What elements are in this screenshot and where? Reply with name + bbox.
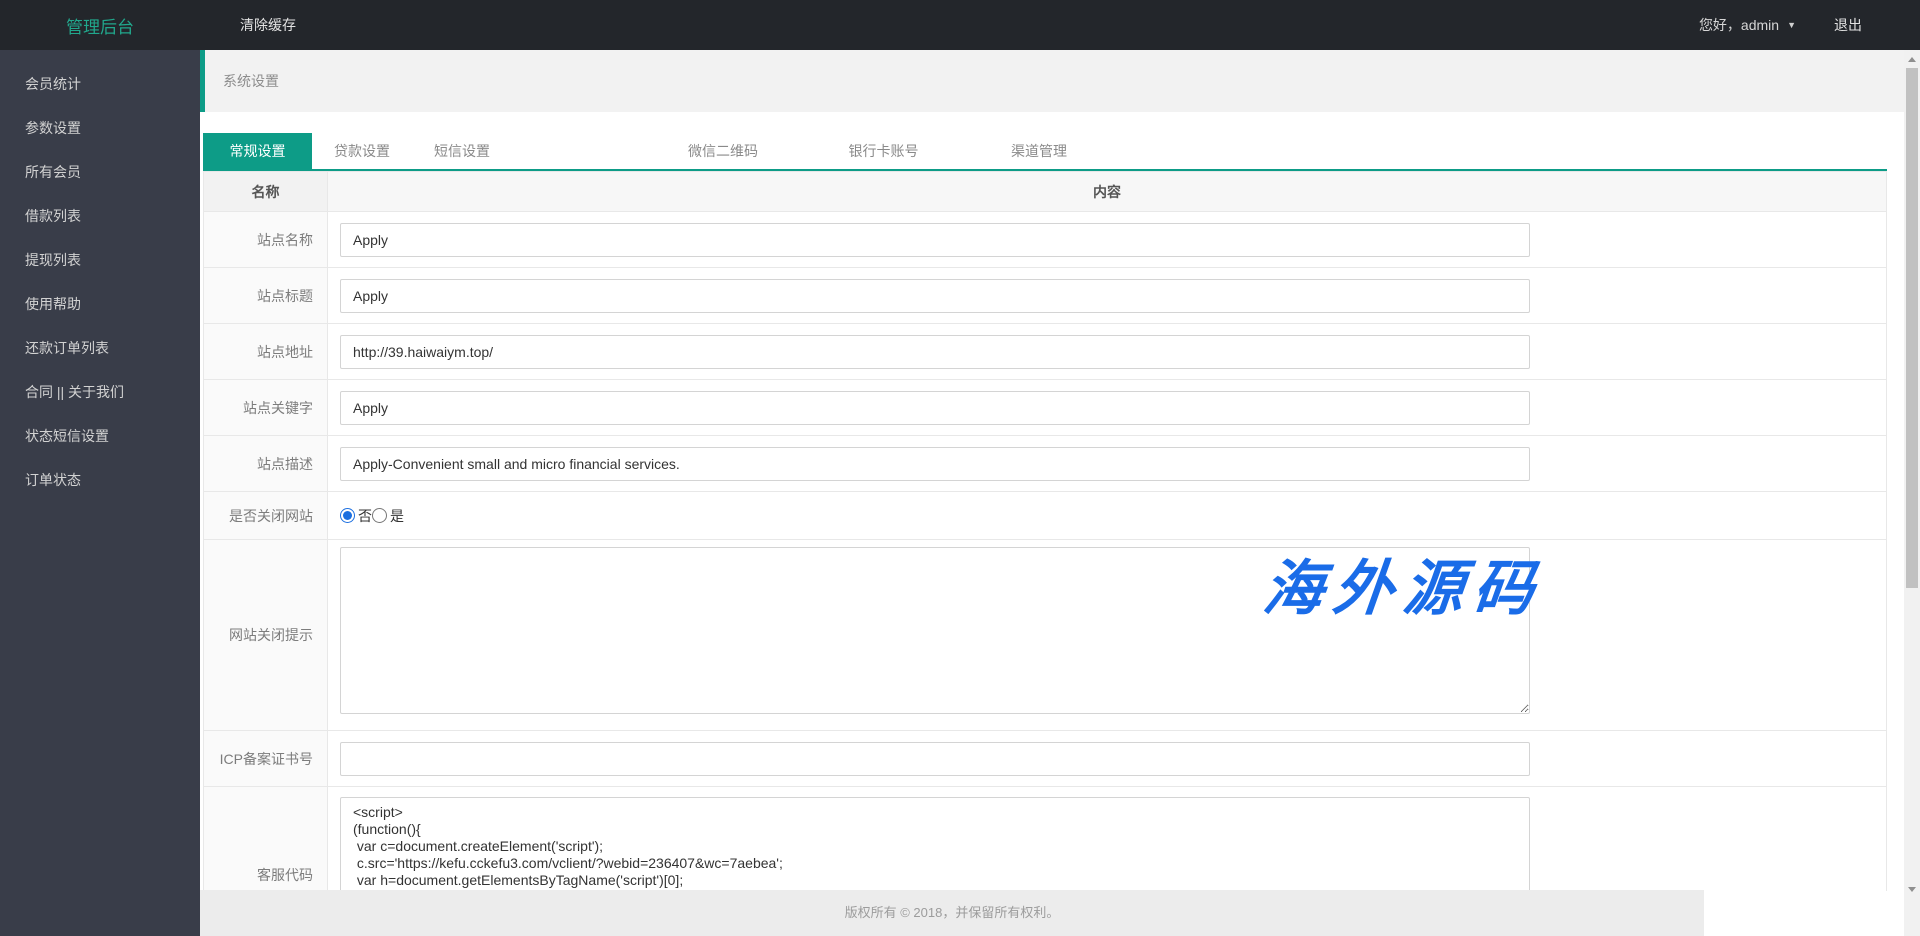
- radio-option-no-label: 否: [358, 507, 372, 524]
- icp-number-label: ICP备案证书号: [203, 730, 328, 787]
- table-row: ICP备案证书号: [203, 730, 1887, 787]
- logout-button[interactable]: 退出: [1834, 15, 1862, 35]
- settings-table-container: 名称 内容 站点名称 站点标题 站点地址 站点关键字 站点描述: [203, 171, 1887, 891]
- radio-option-yes-label: 是: [390, 507, 404, 524]
- site-close-radio-no[interactable]: [340, 508, 355, 523]
- scroll-down-icon: [1908, 886, 1916, 892]
- site-title-label: 站点标题: [203, 267, 328, 324]
- site-description-input[interactable]: [340, 446, 1530, 481]
- scroll-down-button[interactable]: [1904, 882, 1920, 896]
- site-description-label: 站点描述: [203, 435, 328, 492]
- sidebar-item-contract-about[interactable]: 合同 || 关于我们: [0, 370, 200, 414]
- service-code-label: 客服代码: [203, 786, 328, 891]
- footer-copyright: 版权所有 © 2018，并保留所有权利。: [200, 890, 1704, 936]
- site-url-label: 站点地址: [203, 323, 328, 380]
- name-column-header: 名称: [203, 171, 328, 212]
- table-row: 站点名称: [203, 211, 1887, 268]
- table-row: 是否关闭网站 否 是: [203, 491, 1887, 540]
- site-name-label: 站点名称: [203, 211, 328, 268]
- table-header-row: 名称 内容: [203, 171, 1887, 212]
- settings-table: 名称 内容 站点名称 站点标题 站点地址 站点关键字 站点描述: [203, 171, 1887, 891]
- tab-bank-account[interactable]: 银行卡账号: [803, 133, 964, 169]
- chevron-down-icon: ▼: [1787, 20, 1796, 30]
- sidebar: 会员统计 参数设置 所有会员 借款列表 提现列表 使用帮助 还款订单列表 合同 …: [0, 50, 200, 936]
- sidebar-item-repay-orders[interactable]: 还款订单列表: [0, 326, 200, 370]
- scrollbar[interactable]: [1904, 50, 1920, 936]
- table-row: 客服代码 <script> (function(){ var c=documen…: [203, 786, 1887, 891]
- site-keywords-input[interactable]: [340, 390, 1530, 425]
- settings-tabbar: 常规设置 贷款设置 短信设置 微信二维码 银行卡账号 渠道管理: [203, 133, 1887, 171]
- tab-wechat-qrcode[interactable]: 微信二维码: [643, 133, 803, 169]
- tab-loan-settings[interactable]: 贷款设置: [312, 133, 412, 169]
- topbar: 管理后台 清除缓存 您好，admin ▼ 退出: [0, 0, 1920, 50]
- tab-general-settings[interactable]: 常规设置: [203, 133, 312, 169]
- site-title-input[interactable]: [340, 278, 1530, 313]
- site-name-input[interactable]: [340, 222, 1530, 257]
- site-url-input[interactable]: [340, 334, 1530, 369]
- topbar-right: 您好，admin ▼ 退出: [1699, 15, 1920, 35]
- tab-channel-manage[interactable]: 渠道管理: [964, 133, 1114, 169]
- table-row: 站点标题: [203, 267, 1887, 324]
- clear-cache-button[interactable]: 清除缓存: [240, 15, 296, 35]
- service-code-textarea[interactable]: <script> (function(){ var c=document.cre…: [340, 797, 1530, 891]
- sidebar-item-help[interactable]: 使用帮助: [0, 282, 200, 326]
- sidebar-item-all-members[interactable]: 所有会员: [0, 150, 200, 194]
- tab-sms-settings[interactable]: 短信设置: [412, 133, 512, 169]
- sidebar-item-order-status[interactable]: 订单状态: [0, 458, 200, 502]
- content-column-header: 内容: [327, 171, 1887, 212]
- sidebar-item-param-settings[interactable]: 参数设置: [0, 106, 200, 150]
- table-row: 站点地址: [203, 323, 1887, 380]
- brand-logo[interactable]: 管理后台: [0, 13, 200, 38]
- site-close-label: 是否关闭网站: [203, 491, 328, 540]
- table-row: 网站关闭提示: [203, 539, 1887, 731]
- icp-number-input[interactable]: [340, 741, 1530, 776]
- site-close-radio-yes[interactable]: [372, 508, 387, 523]
- table-row: 站点描述: [203, 435, 1887, 492]
- sidebar-item-member-stats[interactable]: 会员统计: [0, 62, 200, 106]
- scroll-up-button[interactable]: [1904, 52, 1920, 66]
- table-row: 站点关键字: [203, 379, 1887, 436]
- site-close-notice-textarea[interactable]: [340, 547, 1530, 714]
- site-close-radio-group: 否 是: [340, 506, 1886, 526]
- site-keywords-label: 站点关键字: [203, 379, 328, 436]
- main-content: 系统设置 常规设置 贷款设置 短信设置 微信二维码 银行卡账号 渠道管理 名称 …: [200, 50, 1904, 936]
- scrollbar-thumb[interactable]: [1906, 68, 1918, 588]
- scroll-up-icon: [1908, 56, 1916, 62]
- sidebar-item-loan-list[interactable]: 借款列表: [0, 194, 200, 238]
- breadcrumb: 系统设置: [200, 50, 1904, 112]
- greeting-text: 您好，admin: [1698, 17, 1780, 33]
- sidebar-item-sms-status[interactable]: 状态短信设置: [0, 414, 200, 458]
- user-menu[interactable]: 您好，admin ▼: [1699, 15, 1796, 35]
- site-close-notice-label: 网站关闭提示: [203, 539, 328, 731]
- sidebar-item-withdraw-list[interactable]: 提现列表: [0, 238, 200, 282]
